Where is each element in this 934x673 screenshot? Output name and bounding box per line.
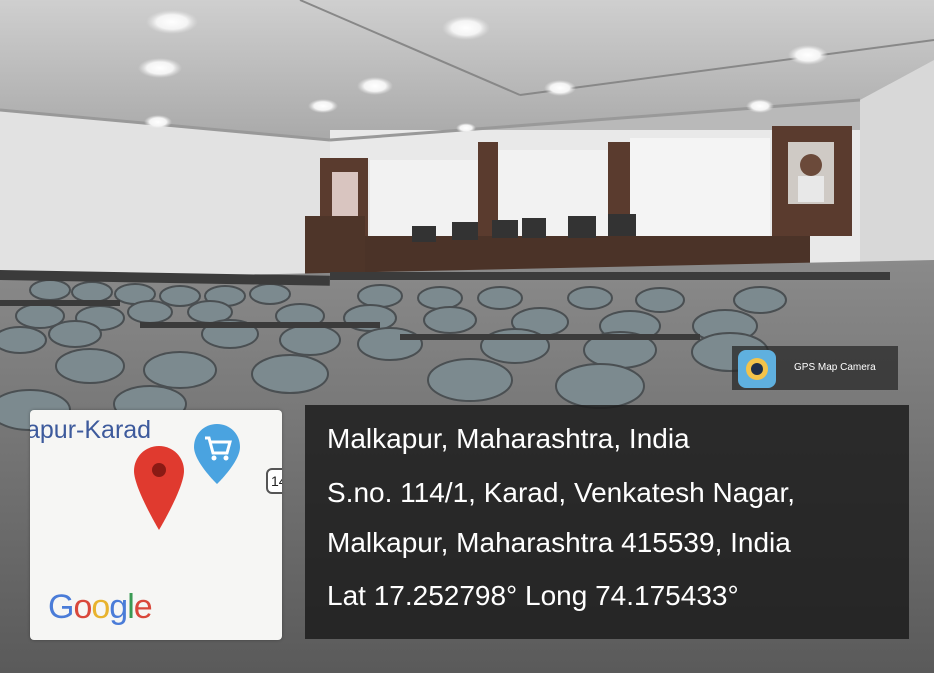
app-name: GPS Map Camera — [794, 362, 876, 373]
map-place-label: apur-Karad — [30, 416, 152, 444]
location-title: Malkapur, Maharashtra, India — [327, 423, 690, 454]
google-logo: Google — [48, 588, 153, 626]
map-thumbnail: apur-Karad 14 Google — [30, 410, 282, 640]
map-pin-icon — [134, 446, 184, 530]
address-line-1: S.no. 114/1, Karad, Venkatesh Nagar, — [327, 477, 796, 508]
coordinates: Lat 17.252798° Long 74.175433° — [327, 580, 739, 611]
gps-map-camera-app-icon — [738, 350, 776, 388]
address-line-2: Malkapur, Maharashtra 415539, India — [327, 527, 791, 558]
geotagged-photo: GPS Map Camera apur-Karad 14 Google Malk… — [0, 0, 934, 673]
gps-map-camera-badge: GPS Map Camera — [732, 346, 898, 390]
shopping-cart-marker-icon — [194, 424, 240, 484]
location-info-panel: Malkapur, Maharashtra, India S.no. 114/1… — [305, 405, 909, 639]
road-shield-marker: 14 — [266, 468, 282, 494]
